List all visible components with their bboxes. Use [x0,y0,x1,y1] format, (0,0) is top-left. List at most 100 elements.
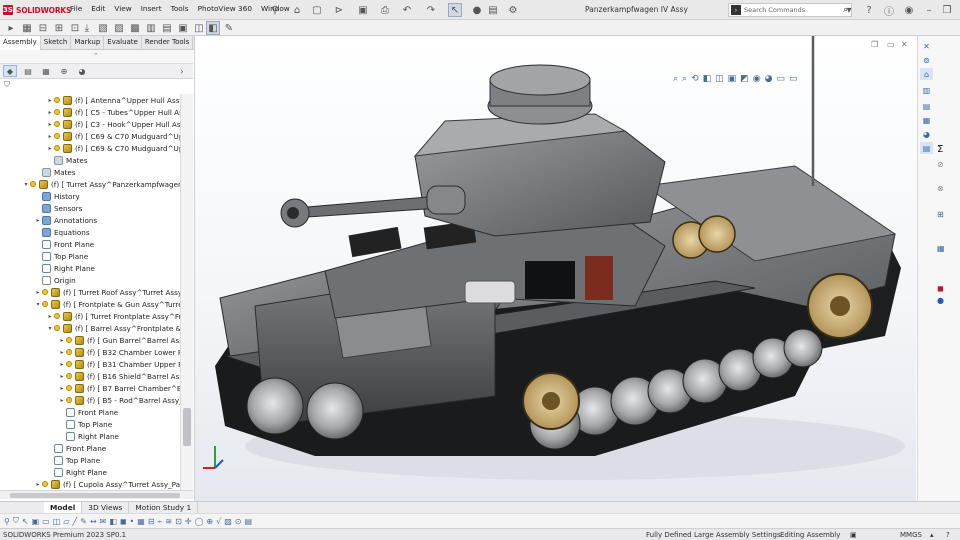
tree-row[interactable]: ▸ (f) [ B16 Shield^Barrel Assy_Front [58,370,180,382]
tree-row[interactable]: Front Plane [34,238,94,250]
tab-assembly[interactable]: Assembly [0,36,41,50]
dimension-filter-icon[interactable]: ↔ [90,517,97,526]
surface-filter-icon[interactable]: ◧ [109,517,117,526]
redo-icon[interactable]: ↷ [424,3,438,17]
select-icon[interactable]: ↖ [448,3,462,17]
bill-of-materials-icon[interactable]: ▤ [160,21,174,35]
plane-filter-icon[interactable]: ▱ [63,517,69,526]
tree-expand-icon[interactable]: ▸ [46,145,54,152]
tree-row[interactable]: Front Plane [58,406,118,418]
linear-pattern-icon[interactable]: ⊞ [52,21,66,35]
tree-row[interactable]: ▸ (f) [ Gun Barrel^Barrel Assy_Front [58,334,180,346]
rebuild-status-icon[interactable]: ▣ [850,531,857,539]
tree-expand-icon[interactable]: ▾ [22,181,30,188]
tree-row[interactable]: Sensors [34,202,82,214]
tree-row[interactable]: ▾ (f) [ Frontplate & Gun Assy^Turret Assy… [34,298,180,310]
vertex-filter-icon[interactable]: ◫ [53,517,61,526]
tree-row[interactable]: Right Plane [34,262,95,274]
pin-icon[interactable]: ⚲ [268,3,282,17]
tree-row[interactable]: ▸ (f) [ Turret Roof Assy^Turret Assy_Panz… [34,286,180,298]
visibility-icon[interactable] [66,349,72,355]
tree-row[interactable]: Equations [34,226,90,238]
visibility-icon[interactable] [54,121,60,127]
tree-expand-icon[interactable]: ▸ [46,313,54,320]
tree-hscroll-thumb[interactable] [10,493,180,498]
featuremanager-tree-icon[interactable]: ◆ [3,65,17,77]
tree-expand-icon[interactable]: ▸ [58,397,66,404]
visibility-icon[interactable] [42,301,48,307]
axis-filter-icon[interactable]: ╱ [72,517,77,526]
tree-row[interactable]: Top Plane [58,418,112,430]
show-hidden-icon[interactable]: ▧ [96,21,110,35]
side-tool-4-icon[interactable]: ▦ [937,244,945,253]
visibility-icon[interactable] [66,373,72,379]
tab-render-tools[interactable]: Render Tools [142,36,194,50]
rebuild-icon[interactable]: ● [470,3,484,17]
note-filter-icon[interactable]: ✉ [100,517,107,526]
tree-expand-icon[interactable]: ▸ [46,121,54,128]
tree-expand-icon[interactable]: ▸ [46,97,54,104]
side-tool-3-icon[interactable]: ⊞ [937,210,944,219]
visibility-icon[interactable] [54,145,60,151]
view-settings-icon[interactable]: ▭ [789,74,798,84]
tree-row[interactable]: Origin [34,274,76,286]
visibility-icon[interactable] [54,313,60,319]
design-library-icon[interactable]: ▥ [920,84,933,96]
appearances-icon[interactable]: ◕ [920,128,933,140]
viewport-tile-icon[interactable]: ▭ [887,40,895,49]
visibility-icon[interactable] [54,133,60,139]
select-filter-icon[interactable]: ↖ [22,517,29,526]
surface-finish-icon[interactable]: √ [216,517,221,526]
viewport-close-icon[interactable]: ✕ [901,40,908,49]
tree-row[interactable]: ▸ (f) [ C69 & C70 Mudguard^Upper Hu [46,142,180,154]
tree-row[interactable]: ▸ (f) [ C3 - Hook^Upper Hull Assy_Main [46,118,180,130]
tree-expand-icon[interactable]: ▸ [58,337,66,344]
visibility-icon[interactable] [66,337,72,343]
tree-row[interactable]: ▸ (f) [ B7 Barrel Chamber^Barrel As [58,382,180,394]
update-speedpak-icon[interactable]: ◧ [206,21,220,35]
tab-evaluate[interactable]: Evaluate [104,36,142,50]
tree-expand-icon[interactable]: ▸ [58,361,66,368]
help-circle-icon[interactable]: ⓘ [882,3,896,18]
tree-filter[interactable]: ⛉ [0,80,193,93]
graphics-area[interactable]: ⌕ ⌕ ⟲ ◧ ◫ ▣ ◩ ◉ ◕ ▭ ▭ ❐ ▭ ✕ [194,36,916,501]
solidworks-logo[interactable]: 3S SOLIDWORKS [3,4,71,16]
tree-scrollbar[interactable] [180,94,193,492]
block-filter-icon[interactable]: ▨ [224,517,232,526]
open-file-icon[interactable]: ⊳ [332,3,346,17]
tree-expand-icon[interactable]: ▸ [34,289,42,296]
collapse-handle-icon[interactable]: ⌃ [93,52,99,60]
filter-toolbar-icon[interactable]: ⛉ [13,516,19,526]
search-dropdown-icon[interactable]: ▾ [842,3,856,17]
menu-tools[interactable]: Tools [171,4,189,13]
panel-arrow-icon[interactable]: › [175,65,189,77]
visibility-icon[interactable] [54,97,60,103]
home-tab-icon[interactable]: ⌂ [920,68,933,80]
menu-view[interactable]: View [114,4,131,13]
instant3d-icon[interactable]: ◫ [192,21,206,35]
propertymanager-icon[interactable]: ▤ [21,65,35,77]
file-explorer-icon[interactable]: ▤ [920,100,933,112]
tab-markup[interactable]: Markup [71,36,105,50]
task-pane-close-icon[interactable]: ✕ [920,40,933,52]
menu-file[interactable]: File [70,4,82,13]
tree-expand-icon[interactable]: ▸ [46,133,54,140]
tree-expand-icon[interactable]: ▸ [58,349,66,356]
side-tool-2-icon[interactable]: ⊗ [937,184,944,193]
balloon-filter-icon[interactable]: ◯ [194,517,203,526]
hide-show-items-icon[interactable]: ◉ [753,74,761,84]
sum-icon[interactable]: Σ [937,144,943,155]
save-icon[interactable]: ▣ [356,3,370,17]
search-commands-box[interactable]: › Search Commands ⌕ [728,3,852,17]
reference-geometry-icon[interactable]: ▩ [128,21,142,35]
home-icon[interactable]: ⌂ [290,3,304,17]
tree-row[interactable]: ▾ (f) [ Barrel Assy^Frontplate & Gun As [46,322,180,334]
display-style-icon[interactable]: ◩ [740,74,749,84]
displaymanager-icon[interactable]: ◕ [75,65,89,77]
tree-horizontal-scrollbar[interactable] [0,490,193,499]
apply-scene-icon[interactable]: ▭ [776,74,785,84]
mate-filter-icon[interactable]: ⊟ [148,517,155,526]
edge-filter-icon[interactable]: ▭ [42,517,50,526]
tree-expand-icon[interactable]: ▾ [46,325,54,332]
zoom-to-fit-icon[interactable]: ⌕ [673,74,678,84]
